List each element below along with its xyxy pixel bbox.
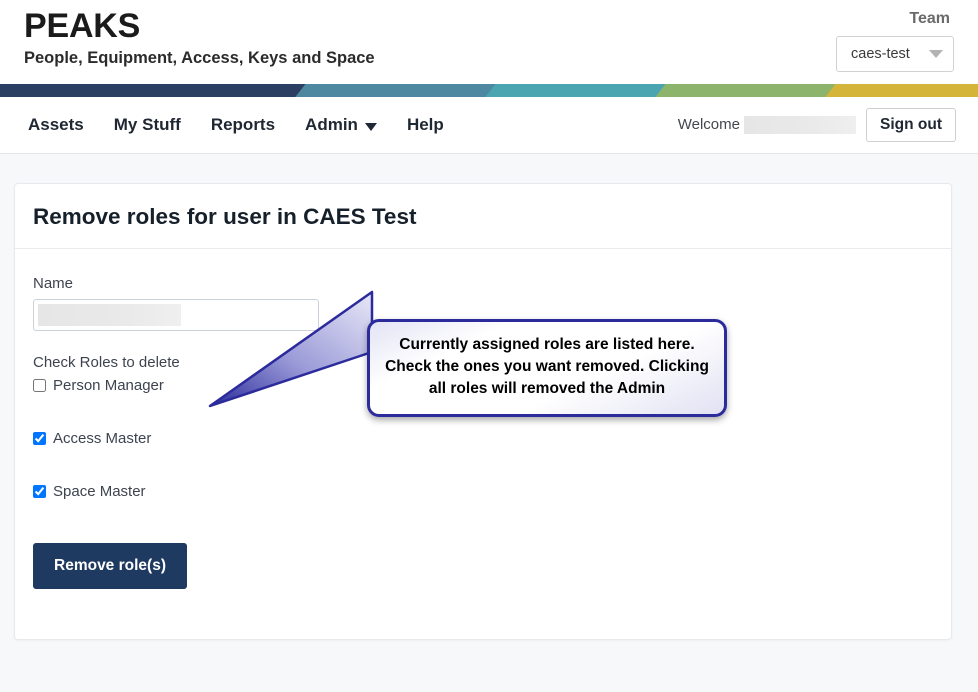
chevron-down-icon bbox=[929, 50, 943, 58]
brand-title: PEAKS bbox=[24, 4, 375, 48]
role-checkbox-person-manager[interactable] bbox=[33, 379, 46, 392]
role-checkbox-row-space-master[interactable]: Space Master bbox=[33, 481, 933, 501]
nav-user-area: Welcome Sign out bbox=[678, 97, 956, 153]
brand-tagline: People, Equipment, Access, Keys and Spac… bbox=[24, 48, 375, 68]
main-navigation: Assets My Stuff Reports Admin Help Welco… bbox=[0, 97, 978, 154]
stripe-segment-navy bbox=[0, 84, 329, 97]
nav-item-label: My Stuff bbox=[114, 115, 181, 135]
team-select-value: caes-test bbox=[851, 46, 910, 62]
welcome-label: Welcome bbox=[678, 116, 740, 133]
sign-out-button[interactable]: Sign out bbox=[866, 108, 956, 142]
role-label: Person Manager bbox=[53, 377, 164, 394]
role-label: Access Master bbox=[53, 430, 151, 447]
role-checkbox-row-access-master[interactable]: Access Master bbox=[33, 428, 933, 448]
masthead: PEAKS People, Equipment, Access, Keys an… bbox=[0, 0, 978, 84]
nav-item-label: Help bbox=[407, 115, 444, 135]
nav-item-assets[interactable]: Assets bbox=[28, 115, 84, 135]
nav-item-label: Admin bbox=[305, 115, 358, 135]
role-checkbox-access-master[interactable] bbox=[33, 432, 46, 445]
name-input[interactable] bbox=[33, 299, 319, 331]
stripe-segment-teal-1 bbox=[291, 84, 518, 97]
card-header: Remove roles for user in CAES Test bbox=[15, 184, 951, 249]
page-title: Remove roles for user in CAES Test bbox=[33, 204, 933, 230]
team-label: Team bbox=[836, 8, 950, 30]
brand: PEAKS People, Equipment, Access, Keys an… bbox=[24, 4, 375, 68]
nav-item-help[interactable]: Help bbox=[407, 115, 444, 135]
chevron-down-icon bbox=[365, 123, 377, 131]
card-body: Name Check Roles to delete Person Manage… bbox=[15, 249, 951, 639]
remove-roles-card: Remove roles for user in CAES Test Name … bbox=[14, 183, 952, 640]
welcome-text: Welcome bbox=[678, 116, 856, 134]
nav-item-label: Assets bbox=[28, 115, 84, 135]
nav-item-reports[interactable]: Reports bbox=[211, 115, 275, 135]
name-label: Name bbox=[33, 275, 933, 292]
remove-roles-button[interactable]: Remove role(s) bbox=[33, 543, 187, 589]
role-checkbox-space-master[interactable] bbox=[33, 485, 46, 498]
role-label: Space Master bbox=[53, 483, 146, 500]
nav-item-admin[interactable]: Admin bbox=[305, 115, 377, 135]
color-stripe bbox=[0, 84, 978, 97]
stripe-segment-gold bbox=[821, 84, 978, 97]
annotation-callout: Currently assigned roles are listed here… bbox=[367, 319, 727, 417]
team-select[interactable]: caes-test bbox=[836, 36, 954, 72]
username-redacted bbox=[744, 116, 856, 134]
nav-item-label: Reports bbox=[211, 115, 275, 135]
team-area: Team caes-test bbox=[836, 8, 954, 72]
name-field-wrapper bbox=[33, 299, 319, 331]
nav-item-my-stuff[interactable]: My Stuff bbox=[114, 115, 181, 135]
nav-links: Assets My Stuff Reports Admin Help bbox=[28, 97, 444, 153]
